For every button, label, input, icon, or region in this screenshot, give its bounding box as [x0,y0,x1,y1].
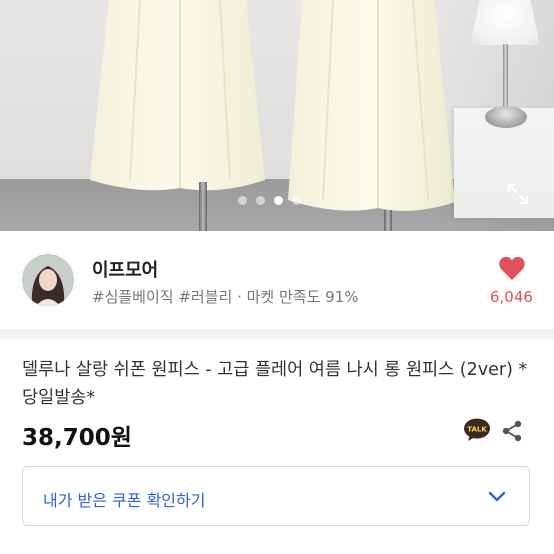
expand-icon[interactable] [506,182,530,206]
gallery-dot-active[interactable] [274,196,283,205]
seller-name[interactable]: 이프모어 [92,256,158,282]
seller-tags: #심플베이직 #러블리 · 마켓 만족도 91% [92,288,359,306]
like-count: 6,046 [490,288,533,306]
chevron-down-icon [488,491,506,502]
avatar-image [22,254,74,306]
product-image-gallery[interactable] [0,0,554,231]
dress-image-right [288,0,455,211]
seller-info[interactable] [0,231,554,328]
gallery-dot[interactable] [238,196,247,205]
kakaotalk-icon[interactable]: TALK [463,418,491,442]
seller-avatar[interactable] [22,254,74,306]
lamp-base [485,106,527,128]
heart-icon[interactable] [498,255,526,281]
lamp-stem [503,44,508,114]
product-price: 38,700원 [22,425,132,451]
lamp-shade [470,0,540,45]
coupon-check-button[interactable]: 내가 받은 쿠폰 확인하기 [22,466,530,526]
gallery-dot[interactable] [292,196,301,205]
bottom-spacer [0,540,554,554]
talk-badge-text: TALK [467,426,487,434]
dress-image-left [90,0,265,191]
mannequin-pole-left [199,182,207,231]
gallery-pagination [238,196,301,205]
mannequin-pole-right [384,210,392,231]
product-title: 델루나 살랑 쉬폰 원피스 - 고급 플레어 여름 나시 롱 원피스 (2ver… [22,360,528,408]
section-divider [0,329,554,339]
coupon-label: 내가 받은 쿠폰 확인하기 [43,491,206,510]
gallery-dot[interactable] [256,196,265,205]
share-icon[interactable] [501,420,523,442]
